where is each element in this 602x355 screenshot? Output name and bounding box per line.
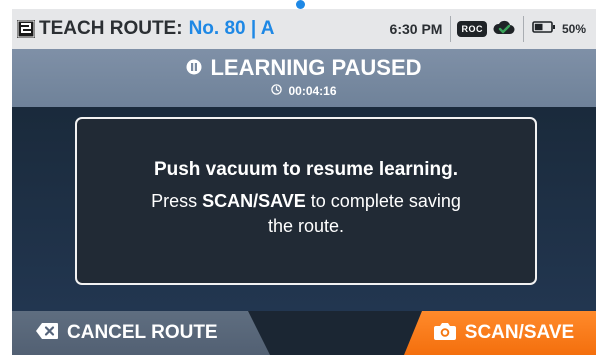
clock-time: 6:30 PM xyxy=(389,21,443,37)
status-bar: TEACH ROUTE: No. 80 | A 6:30 PM ROC 50% xyxy=(12,9,596,49)
battery-icon xyxy=(532,20,556,38)
divider xyxy=(450,16,452,42)
paused-title: LEARNING PAUSED xyxy=(210,55,422,80)
cloud-check-icon xyxy=(493,19,515,40)
indicator-dot xyxy=(296,0,305,9)
route-icon xyxy=(17,20,35,38)
battery-percent: 50% xyxy=(561,22,586,36)
cancel-route-label: CANCEL ROUTE xyxy=(67,322,218,343)
scan-save-label: SCAN/SAVE xyxy=(464,322,575,343)
pause-circle-icon xyxy=(186,55,202,81)
timer-value: 00:04:16 xyxy=(288,84,337,98)
elapsed-timer: 00:04:16 xyxy=(12,84,596,98)
clock-icon xyxy=(271,84,283,98)
camera-icon xyxy=(433,322,456,345)
roc-badge: ROC xyxy=(457,21,487,37)
message-text: Press xyxy=(151,191,203,211)
bottom-bar: CANCEL ROUTE SCAN/SAVE xyxy=(12,311,596,355)
message-emphasis: SCAN/SAVE xyxy=(202,191,306,211)
divider xyxy=(522,16,524,42)
main-area: Push vacuum to resume learning. Press SC… xyxy=(12,107,596,311)
message-dialog: Push vacuum to resume learning. Press SC… xyxy=(75,117,537,285)
device-screen: TEACH ROUTE: No. 80 | A 6:30 PM ROC 50% xyxy=(12,9,596,355)
message-line-1: Push vacuum to resume learning. xyxy=(153,159,459,180)
route-label: No. 80 | A xyxy=(188,18,275,39)
paused-header: LEARNING PAUSED 00:04:16 xyxy=(12,49,596,107)
scan-save-button[interactable]: SCAN/SAVE xyxy=(404,311,596,355)
backspace-x-icon xyxy=(36,322,58,344)
status-indicators: 6:30 PM ROC 50% xyxy=(390,9,596,49)
cancel-route-button[interactable]: CANCEL ROUTE xyxy=(12,311,270,355)
page-title: TEACH ROUTE: xyxy=(39,18,183,39)
message-line-2: Press SCAN/SAVE to complete saving the r… xyxy=(77,189,535,239)
paused-title-row: LEARNING PAUSED xyxy=(12,55,596,81)
